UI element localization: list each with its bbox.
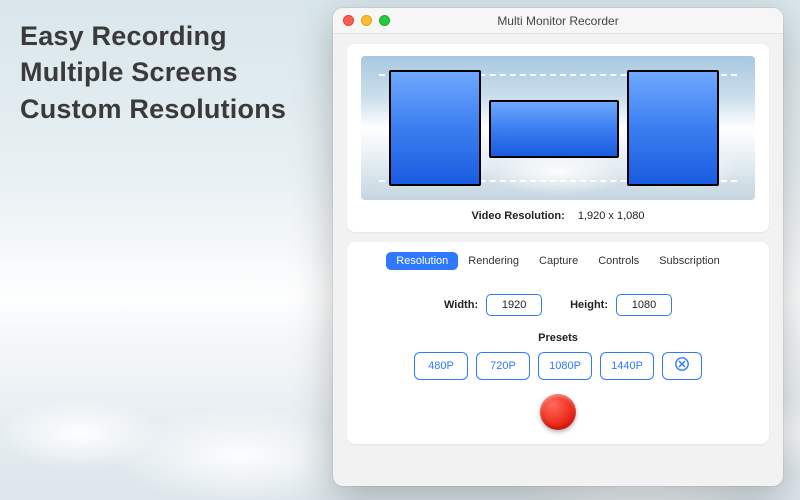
monitor-layout [361, 56, 755, 200]
resolution-readout: Video Resolution: 1,920 x 1,080 [361, 210, 755, 222]
tab-resolution[interactable]: Resolution [386, 252, 458, 270]
preset-1440p-button[interactable]: 1440P [600, 352, 654, 380]
record-row [347, 394, 769, 430]
resolution-label: Video Resolution: [471, 210, 564, 222]
preview-card: Video Resolution: 1,920 x 1,080 [347, 44, 769, 232]
window-content: Video Resolution: 1,920 x 1,080 Resoluti… [333, 34, 783, 452]
tab-capture[interactable]: Capture [529, 252, 588, 270]
monitor-right[interactable] [627, 70, 719, 186]
width-input[interactable] [486, 294, 542, 316]
monitor-preview[interactable] [361, 56, 755, 200]
headline-line-3: Custom Resolutions [20, 91, 286, 127]
preset-720p-button[interactable]: 720P [476, 352, 530, 380]
monitor-left[interactable] [389, 70, 481, 186]
traffic-lights [343, 15, 390, 26]
titlebar: Multi Monitor Recorder [333, 8, 783, 34]
settings-tabs: Resolution Rendering Capture Controls Su… [347, 242, 769, 278]
clear-icon [674, 356, 690, 376]
tab-subscription[interactable]: Subscription [649, 252, 730, 270]
minimize-icon[interactable] [361, 15, 372, 26]
headline-line-1: Easy Recording [20, 18, 286, 54]
controls-card: Resolution Rendering Capture Controls Su… [347, 242, 769, 444]
tab-rendering[interactable]: Rendering [458, 252, 529, 270]
window-title: Multi Monitor Recorder [333, 14, 783, 28]
close-icon[interactable] [343, 15, 354, 26]
dimension-row: Width: Height: [347, 294, 769, 316]
monitor-middle[interactable] [489, 100, 619, 158]
height-input[interactable] [616, 294, 672, 316]
width-label: Width: [444, 299, 478, 311]
record-button[interactable] [540, 394, 576, 430]
presets-row: 480P 720P 1080P 1440P [347, 352, 769, 380]
headline-line-2: Multiple Screens [20, 54, 286, 90]
app-window: Multi Monitor Recorder Video Resolution:… [333, 8, 783, 486]
marketing-headline: Easy Recording Multiple Screens Custom R… [20, 18, 286, 127]
tab-controls[interactable]: Controls [588, 252, 649, 270]
height-label: Height: [570, 299, 608, 311]
resolution-value: 1,920 x 1,080 [578, 210, 645, 222]
preset-480p-button[interactable]: 480P [414, 352, 468, 380]
preset-1080p-button[interactable]: 1080P [538, 352, 592, 380]
presets-title: Presets [347, 332, 769, 344]
preset-clear-button[interactable] [662, 352, 702, 380]
zoom-icon[interactable] [379, 15, 390, 26]
